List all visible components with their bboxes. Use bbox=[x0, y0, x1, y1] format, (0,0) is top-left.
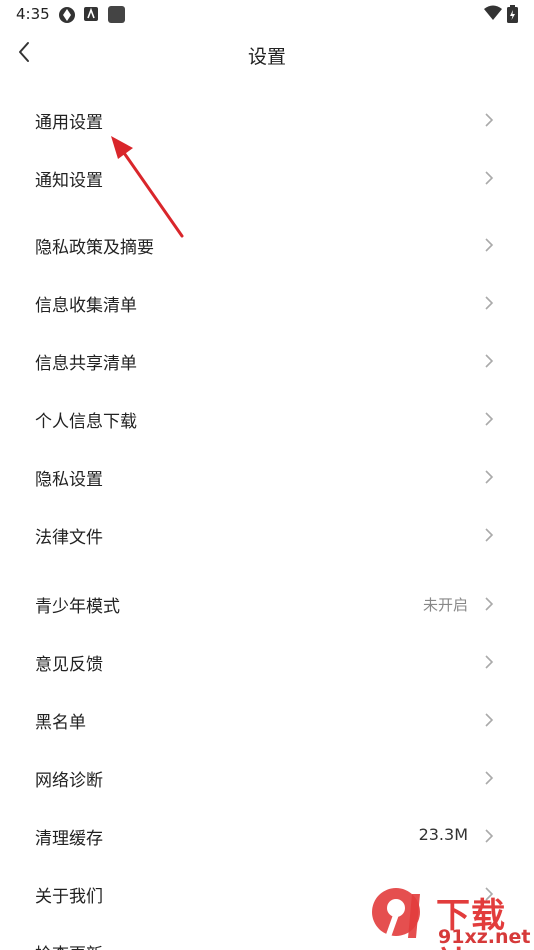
chevron-right-icon bbox=[485, 655, 494, 669]
cache-size: 23.3M bbox=[418, 825, 468, 844]
page-title: 设置 bbox=[247, 46, 286, 68]
settings-item-label: 隐私政策及摘要 bbox=[35, 238, 154, 258]
settings-item-label: 检查更新 bbox=[35, 940, 103, 950]
settings-item-label: 法律文件 bbox=[35, 528, 103, 548]
settings-item-label: 通知设置 bbox=[35, 171, 103, 191]
chevron-right-icon bbox=[485, 113, 494, 127]
settings-item-privacy-policy[interactable]: 隐私政策及摘要 bbox=[0, 215, 534, 273]
settings-item-label: 意见反馈 bbox=[35, 655, 103, 675]
settings-item-label: 信息收集清单 bbox=[35, 296, 137, 316]
settings-item-label: 隐私设置 bbox=[35, 470, 103, 490]
chevron-right-icon bbox=[485, 713, 494, 727]
battery-charging-icon bbox=[507, 5, 518, 23]
settings-item-info-collection[interactable]: 信息收集清单 bbox=[0, 273, 534, 331]
settings-item-label: 信息共享清单 bbox=[35, 354, 137, 374]
chevron-right-icon bbox=[485, 412, 494, 426]
status-bar: 4:35 bbox=[0, 0, 534, 28]
android-notification-icon bbox=[84, 7, 98, 21]
settings-item-label: 网络诊断 bbox=[35, 771, 103, 791]
chevron-right-icon bbox=[485, 771, 494, 785]
chevron-right-icon bbox=[485, 528, 494, 542]
chevron-right-icon bbox=[485, 354, 494, 368]
settings-item-label: 黑名单 bbox=[35, 713, 86, 733]
watermark-text-bottom: 91xz.net bbox=[438, 926, 531, 948]
settings-item-privacy-settings[interactable]: 隐私设置 bbox=[0, 447, 534, 505]
chevron-right-icon bbox=[485, 238, 494, 252]
image-notification-icon bbox=[108, 6, 125, 23]
settings-item-label: 个人信息下载 bbox=[35, 412, 137, 432]
chevron-right-icon bbox=[485, 597, 494, 611]
app-notification-icon bbox=[59, 7, 75, 23]
teen-mode-status: 未开启 bbox=[422, 596, 468, 614]
settings-item-legal-documents[interactable]: 法律文件 bbox=[0, 505, 534, 563]
chevron-right-icon bbox=[485, 470, 494, 484]
chevron-right-icon bbox=[485, 829, 494, 843]
settings-item-info-sharing[interactable]: 信息共享清单 bbox=[0, 331, 534, 389]
settings-item-personal-info-download[interactable]: 个人信息下载 bbox=[0, 389, 534, 447]
settings-item-label: 通用设置 bbox=[35, 113, 103, 133]
settings-item-feedback[interactable]: 意见反馈 bbox=[0, 632, 534, 690]
settings-item-notification[interactable]: 通知设置 bbox=[0, 148, 534, 206]
settings-item-clear-cache[interactable]: 清理缓存 23.3M bbox=[0, 806, 534, 864]
chevron-right-icon bbox=[485, 296, 494, 310]
wifi-icon bbox=[484, 5, 502, 20]
settings-item-blacklist[interactable]: 黑名单 bbox=[0, 690, 534, 748]
settings-item-teen-mode[interactable]: 青少年模式 未开启 bbox=[0, 574, 534, 632]
settings-item-label: 青少年模式 bbox=[35, 597, 120, 617]
settings-item-general[interactable]: 通用设置 bbox=[0, 90, 534, 148]
settings-item-label: 清理缓存 bbox=[35, 829, 103, 849]
settings-item-label: 关于我们 bbox=[35, 887, 103, 907]
header: 设置 bbox=[0, 28, 534, 80]
chevron-right-icon bbox=[485, 171, 494, 185]
status-time: 4:35 bbox=[16, 5, 50, 23]
settings-item-network-diagnosis[interactable]: 网络诊断 bbox=[0, 748, 534, 806]
